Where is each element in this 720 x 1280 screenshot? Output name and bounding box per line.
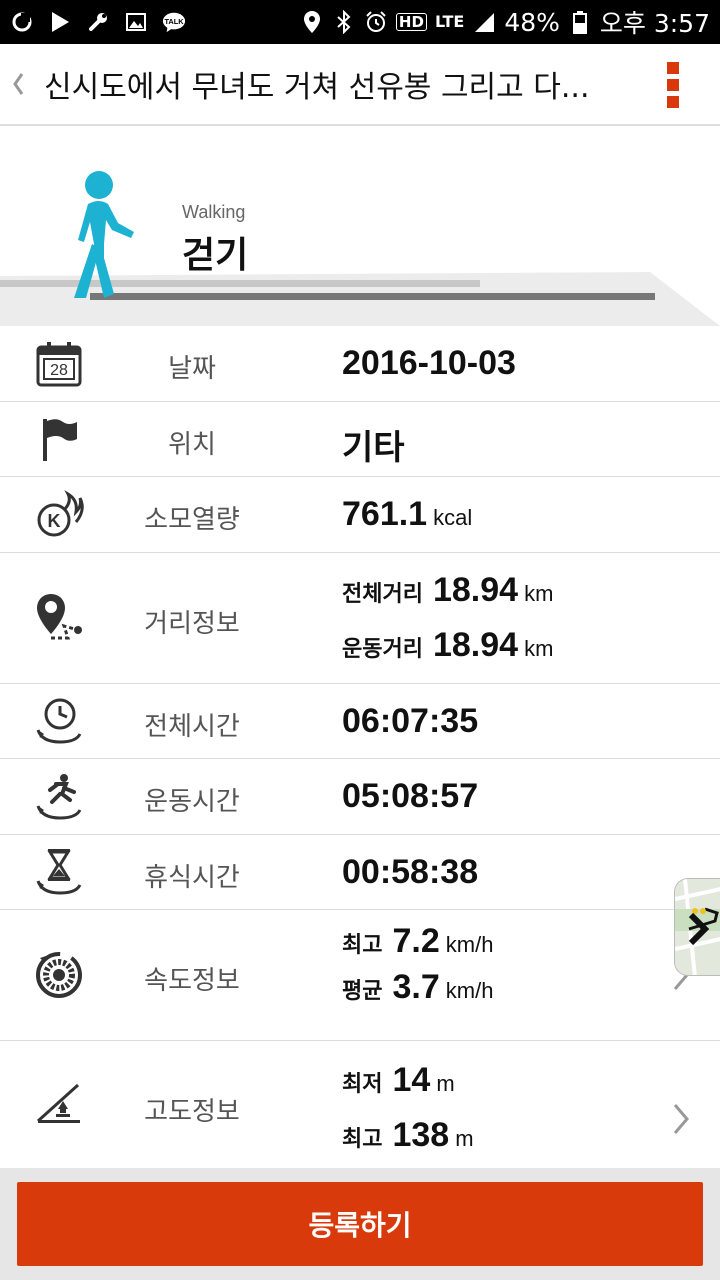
activity-header: Walking 걷기 — [0, 126, 720, 326]
total-distance-number: 18.94 — [432, 571, 519, 609]
distance-label: 거리정보 — [144, 609, 240, 639]
runner-cycle-icon — [32, 770, 86, 824]
total-distance-label: 전체거리 — [342, 582, 423, 607]
calendar-icon: 28 — [32, 337, 86, 391]
total-time-value: 06:07:35 — [342, 702, 479, 740]
rest-time-row: 휴식시간 00:58:38 — [0, 835, 720, 910]
rest-time-value: 00:58:38 — [342, 853, 479, 891]
route-pin-icon — [32, 591, 86, 645]
max-speed-value: 최고 7.2 km/h — [342, 922, 493, 961]
location-value: 기타 — [342, 429, 405, 467]
more-options-button[interactable] — [662, 62, 684, 108]
rest-time-label: 휴식시간 — [144, 863, 240, 893]
max-speed-unit: km/h — [445, 932, 494, 957]
min-altitude-label: 최저 — [342, 1072, 383, 1097]
chevron-right-icon — [673, 1104, 689, 1134]
hd-voice-badge: HD — [395, 13, 427, 31]
more-dot-icon — [667, 96, 679, 108]
min-altitude-value: 최저 14 m — [342, 1061, 455, 1100]
app-bar: 신시도에서 무녀도 거쳐 선유봉 그리고 다... — [0, 44, 720, 126]
calendar-day-text: 28 — [50, 362, 68, 379]
bluetooth-icon — [332, 10, 356, 34]
calories-label: 소모열량 — [144, 505, 240, 535]
location-row: 위치 기타 — [0, 402, 720, 477]
more-dot-icon — [667, 79, 679, 91]
altitude-slope-icon — [32, 1077, 86, 1131]
lte-indicator: LTE — [434, 12, 465, 31]
clock-cycle-icon — [32, 694, 86, 748]
app-notification-icon — [10, 10, 34, 34]
location-label: 위치 — [168, 430, 216, 460]
max-speed-number: 7.2 — [392, 922, 440, 960]
register-button[interactable]: 등록하기 — [17, 1182, 703, 1266]
workout-details: 28 날짜 2016-10-03 위치 기타 K 소모열량 761.1 kcal … — [0, 326, 720, 1169]
flag-icon — [32, 412, 86, 466]
max-speed-label: 최고 — [342, 933, 383, 958]
chevron-left-icon — [13, 73, 24, 95]
battery-icon — [568, 10, 592, 34]
exercise-time-row: 운동시간 05:08:57 — [0, 759, 720, 835]
total-distance-unit: km — [524, 581, 554, 606]
date-value: 2016-10-03 — [342, 344, 516, 382]
location-icon — [300, 10, 324, 34]
avg-speed-number: 3.7 — [392, 968, 440, 1006]
max-altitude-label: 최고 — [342, 1127, 383, 1152]
min-altitude-number: 14 — [392, 1061, 431, 1099]
kakaotalk-icon: TALK — [162, 10, 186, 34]
calories-row: K 소모열량 761.1 kcal — [0, 477, 720, 553]
status-bar: TALK HD LTE 48% 오후 3:57 — [0, 0, 720, 44]
calories-number: 761.1 — [342, 495, 428, 533]
back-button[interactable] — [0, 43, 36, 125]
calories-unit: kcal — [433, 505, 473, 530]
exercise-distance-number: 18.94 — [432, 626, 519, 664]
wrench-icon — [86, 10, 110, 34]
exercise-distance-value: 운동거리 18.94 km — [342, 626, 553, 665]
clock: 오후 3:57 — [599, 9, 710, 38]
activity-type-en: Walking — [182, 202, 246, 222]
activity-type: 걷기 — [182, 235, 249, 276]
max-altitude-unit: m — [455, 1126, 474, 1151]
altitude-label: 고도정보 — [144, 1097, 240, 1127]
speed-label: 속도정보 — [144, 966, 240, 996]
total-time-row: 전체시간 06:07:35 — [0, 684, 720, 759]
gallery-icon — [124, 10, 148, 34]
exercise-time-label: 운동시간 — [144, 787, 240, 817]
exercise-time-value: 05:08:57 — [342, 777, 479, 815]
hourglass-cycle-icon — [32, 845, 86, 899]
map-preview-handle[interactable] — [674, 878, 720, 976]
min-altitude-unit: m — [436, 1071, 455, 1096]
calories-value: 761.1 kcal — [342, 495, 472, 534]
exercise-distance-unit: km — [524, 636, 554, 661]
signal-icon — [472, 10, 496, 34]
alarm-icon — [364, 10, 388, 34]
page-title: 신시도에서 무녀도 거쳐 선유봉 그리고 다... — [44, 70, 590, 105]
speed-row[interactable]: 속도정보 최고 7.2 km/h 평균 3.7 km/h — [0, 910, 720, 1041]
date-label: 날짜 — [168, 354, 216, 384]
play-store-icon — [48, 10, 72, 34]
more-dot-icon — [667, 62, 679, 74]
altitude-row[interactable]: 고도정보 최저 14 m 최고 138 m — [0, 1041, 720, 1169]
walking-track-illustration — [0, 171, 720, 326]
calorie-k-text: K — [48, 511, 61, 531]
map-thumbnail-image — [675, 879, 720, 975]
speedometer-icon — [32, 948, 86, 1002]
total-time-label: 전체시간 — [144, 712, 240, 742]
exercise-distance-label: 운동거리 — [342, 637, 423, 662]
date-row: 28 날짜 2016-10-03 — [0, 326, 720, 402]
distance-row: 거리정보 전체거리 18.94 km 운동거리 18.94 km — [0, 553, 720, 684]
battery-percent: 48% — [504, 7, 560, 37]
avg-speed-unit: km/h — [445, 978, 494, 1003]
talk-text: TALK — [164, 17, 184, 26]
max-altitude-value: 최고 138 m — [342, 1116, 474, 1155]
avg-speed-label: 평균 — [342, 979, 383, 1004]
total-distance-value: 전체거리 18.94 km — [342, 571, 553, 610]
calorie-flame-icon: K — [32, 488, 86, 542]
avg-speed-value: 평균 3.7 km/h — [342, 968, 493, 1007]
max-altitude-number: 138 — [392, 1116, 450, 1154]
